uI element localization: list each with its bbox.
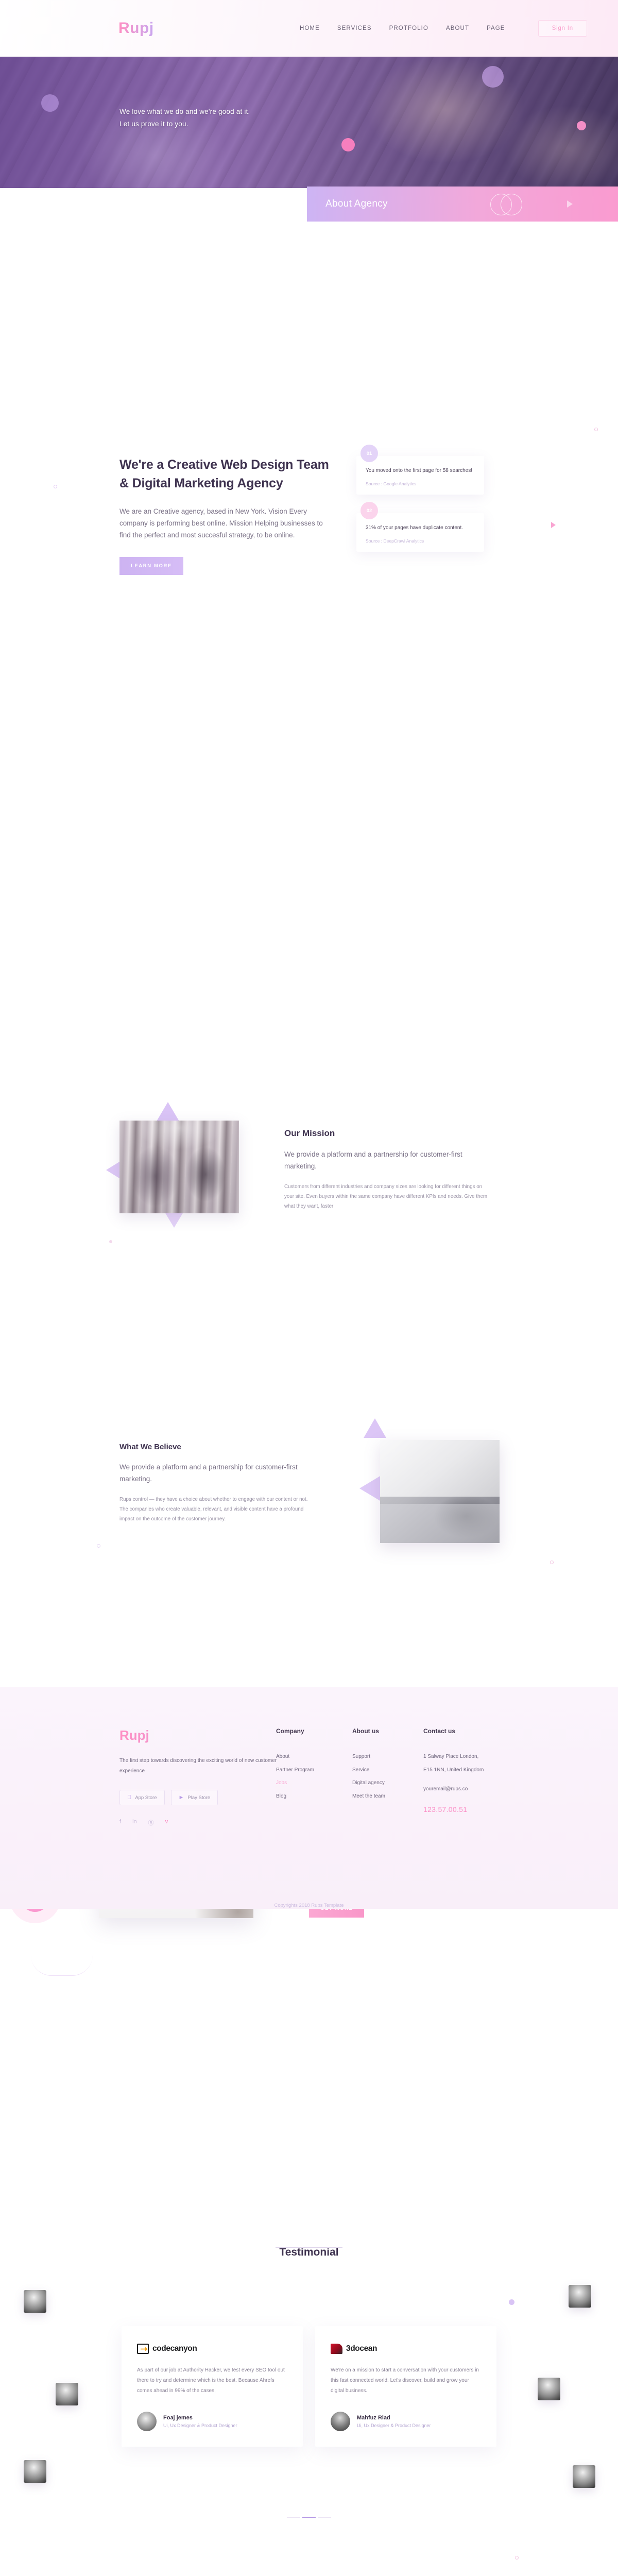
decorative-dot	[515, 2556, 519, 2560]
footer-logo[interactable]: Rupj	[119, 1727, 289, 1743]
pricing-section: Pricing Plan $69.36 Week Business Lite M…	[0, 1388, 618, 1595]
pager-dot[interactable]	[318, 2517, 331, 2518]
decorative-bubble	[577, 121, 586, 130]
floating-avatar	[569, 2285, 591, 2308]
dribbble-icon[interactable]: Ⓑ	[148, 1819, 154, 1827]
avatar	[331, 2412, 350, 2431]
facebook-icon[interactable]: f	[119, 1819, 121, 1827]
testimonial-brand: codecanyon	[137, 2344, 287, 2354]
play-triangle-icon[interactable]	[567, 200, 573, 208]
decorative-bubble	[482, 66, 504, 88]
footer-column-heading: Contact us	[423, 1727, 456, 1735]
avatar	[137, 2412, 157, 2431]
testimonial-card: 3docean We're on a mission to start a co…	[315, 2326, 496, 2447]
footer-link[interactable]: Meet the team	[352, 1790, 385, 1803]
testimonial-pager[interactable]	[287, 2517, 331, 2518]
who-we-are-section: Who We Are We provide a platform and a p…	[0, 404, 618, 927]
footer-link[interactable]: Digital agency	[352, 1776, 385, 1790]
footer-column-heading: About us	[352, 1727, 379, 1735]
testimonial-title: Testimonial	[0, 2246, 618, 2259]
footer-link[interactable]: Support	[352, 1750, 385, 1764]
testimonial-brand: 3docean	[331, 2344, 481, 2354]
hero-text: We love what we do and we're good at it.…	[119, 106, 250, 130]
enterprise-section: Looking for Enterprise? Need more? If yo…	[0, 827, 618, 1976]
floating-avatar	[24, 2460, 46, 2483]
believe-section: What We Believe We provide a platform an…	[0, 672, 618, 1564]
footer-link[interactable]: Service	[352, 1764, 385, 1777]
decorative-dot	[509, 2299, 514, 2305]
about-agency-banner: About Agency	[307, 187, 618, 222]
floating-avatar	[538, 2378, 560, 2400]
brand-logo[interactable]: Rupj	[118, 20, 154, 37]
floating-avatar	[24, 2290, 46, 2313]
decorative-swoosh	[31, 1955, 93, 1976]
copyright-text: Copyrights 2018 Rups Template	[274, 1903, 344, 1908]
testimonial-quote: We're on a mission to start a conversati…	[331, 2367, 479, 2394]
sign-in-button[interactable]: Sign In	[538, 20, 587, 37]
testimonial-title-text: Testimonial	[279, 2246, 339, 2258]
about-agency-title: About Agency	[325, 198, 388, 209]
site-footer: Rupj The first step towards discovering …	[0, 1687, 618, 1909]
decorative-bubble	[41, 94, 59, 112]
hero-line-1: We love what we do and we're good at it.	[119, 108, 250, 115]
codecanyon-logo-icon	[137, 2344, 149, 2354]
play-icon: ►	[174, 1794, 184, 1801]
play-store-button[interactable]: ► Play Store	[170, 1790, 218, 1805]
testimonial-author-name: Mahfuz Riad	[357, 2415, 390, 2421]
testimonial-author: Mahfuz Riad Ui, Ux Designer & Product De…	[331, 2412, 481, 2431]
nav-item-home[interactable]: HOME	[300, 25, 320, 31]
hero-line-2: Let us prove it to you.	[119, 120, 188, 128]
testimonial-author-role: Ui, Ux Designer & Product Designer	[163, 2423, 237, 2428]
testimonial-author: Foaj jemes Ui, Ux Designer & Product Des…	[137, 2412, 287, 2431]
footer-address-line: 1 Salway Place London,	[423, 1754, 479, 1759]
mission-section: Our Mission We provide a platform and a …	[0, 523, 618, 1243]
footer-link[interactable]: Jobs	[276, 1776, 314, 1790]
hero-banner	[0, 57, 618, 188]
testimonial-author-role: Ui, Ux Designer & Product Designer	[357, 2423, 431, 2428]
footer-link[interactable]: Blog	[276, 1790, 314, 1803]
footer-description: The first step towards discovering the e…	[119, 1758, 277, 1774]
overlapping-circles-icon	[490, 194, 522, 215]
testimonial-card: codecanyon As part of our job at Authori…	[122, 2326, 303, 2447]
footer-address-line: E15 1NN, United Kingdom	[423, 1767, 484, 1773]
testimonial-author-name: Foaj jemes	[163, 2415, 193, 2421]
footer-column-contact: Contact us 1 Salway Place London, E15 1N…	[423, 1727, 484, 1814]
app-store-badges:  App Store ► Play Store	[119, 1790, 289, 1805]
footer-column-about: About us Support Service Digital agency …	[352, 1727, 385, 1803]
3docean-logo-icon	[331, 2344, 342, 2354]
page-root: Rupj HOME SERVICES PROTFOLIO ABOUT PAGE …	[0, 0, 618, 2560]
vimeo-icon[interactable]: v	[165, 1819, 168, 1827]
pager-dot[interactable]	[287, 2517, 300, 2518]
nav-item-portfolio[interactable]: PROTFOLIO	[389, 25, 428, 31]
title-strike-line	[276, 2247, 342, 2248]
linkedin-icon[interactable]: in	[132, 1819, 137, 1827]
app-store-label: App Store	[131, 1794, 157, 1801]
testimonial-quote: As part of our job at Authority Hacker, …	[137, 2367, 285, 2394]
footer-column-company: Company About Partner Program Jobs Blog	[276, 1727, 314, 1803]
footer-phone[interactable]: 123.57.00.51	[423, 1805, 484, 1814]
testimonial-brand-name: codecanyon	[152, 2344, 197, 2353]
floating-avatar	[56, 2383, 78, 2405]
footer-column-heading: Company	[276, 1727, 304, 1735]
nav-item-about[interactable]: ABOUT	[446, 25, 469, 31]
pager-dot-active[interactable]	[302, 2517, 316, 2518]
social-links: f in Ⓑ v	[119, 1819, 289, 1827]
site-header: Rupj HOME SERVICES PROTFOLIO ABOUT PAGE …	[0, 0, 618, 57]
decorative-bubble	[341, 138, 355, 151]
nav-item-services[interactable]: SERVICES	[337, 25, 372, 31]
testimonial-section: Testimonial codecanyon As part of our jo…	[0, 1069, 618, 2560]
play-store-label: Play Store	[183, 1794, 210, 1801]
footer-link[interactable]: About	[276, 1750, 314, 1764]
app-store-button[interactable]:  App Store	[119, 1790, 165, 1805]
footer-brand: Rupj The first step towards discovering …	[119, 1727, 289, 1827]
floating-avatar	[573, 2465, 595, 2488]
footer-email[interactable]: youremail@rups.co	[423, 1783, 484, 1796]
apple-icon: 	[127, 1794, 131, 1801]
testimonial-brand-name: 3docean	[346, 2344, 377, 2353]
footer-link[interactable]: Partner Program	[276, 1764, 314, 1777]
newsletter-section: GET STARTED FREE	[0, 1595, 618, 1687]
main-navigation: HOME SERVICES PROTFOLIO ABOUT PAGE Sign …	[300, 20, 587, 37]
nav-item-page[interactable]: PAGE	[487, 25, 505, 31]
